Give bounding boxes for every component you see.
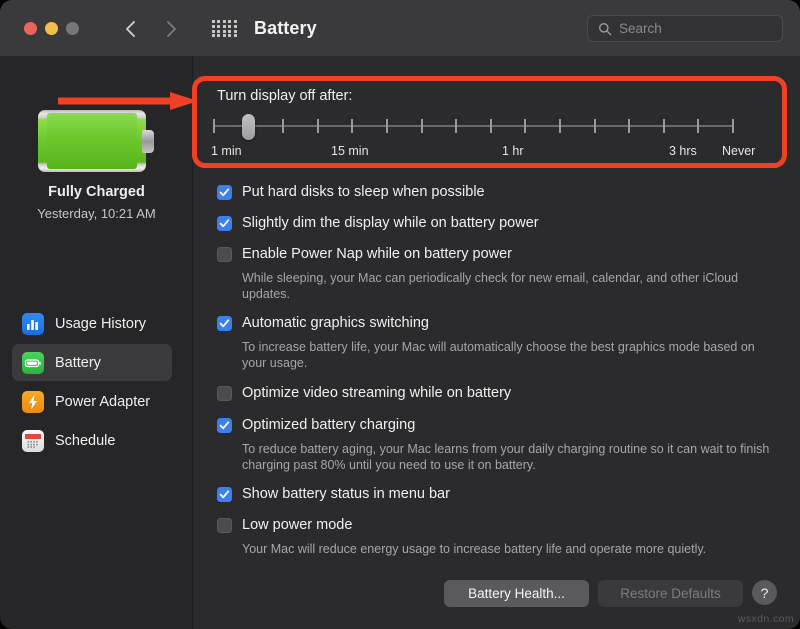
slider-tick (628, 119, 630, 133)
option-label: Show battery status in menu bar (242, 486, 450, 502)
slider-tick (594, 119, 596, 133)
option-row[interactable]: Optimized battery charging (217, 417, 415, 433)
option-label: Optimized battery charging (242, 417, 415, 433)
slider-tick (559, 119, 561, 133)
sidebar-item-label: Schedule (55, 433, 115, 449)
help-button[interactable]: ? (752, 580, 777, 605)
sidebar-item-label: Battery (55, 355, 101, 371)
option-label: Low power mode (242, 517, 352, 533)
slider-tick-label: Never (722, 144, 755, 158)
slider-tick (663, 119, 665, 133)
chevron-left-icon[interactable] (120, 17, 142, 41)
bar-chart-icon (22, 313, 44, 335)
battery-preferences-window: Battery Fully Charged Yesterday, 10:21 A… (0, 0, 800, 629)
checkbox-checked[interactable] (217, 185, 232, 200)
option-description: Your Mac will reduce energy usage to inc… (242, 541, 772, 557)
option-row[interactable]: Optimize video streaming while on batter… (217, 385, 511, 401)
slider-tick (386, 119, 388, 133)
bolt-icon (22, 391, 44, 413)
slider-tick (213, 119, 215, 133)
slider-tick (524, 119, 526, 133)
search-field[interactable] (587, 15, 783, 42)
checkbox-checked[interactable] (217, 216, 232, 231)
battery-full-green-icon (38, 110, 156, 172)
window-titlebar: Battery (0, 0, 800, 56)
watermark: wsxdn.com (738, 613, 794, 625)
battery-status-title: Fully Charged (0, 184, 193, 200)
slider-tick (732, 119, 734, 133)
slider-knob[interactable] (242, 114, 255, 140)
sidebar-item-schedule[interactable]: Schedule (12, 422, 172, 459)
battery-icon (22, 352, 44, 374)
slider-tick-label: 3 hrs (669, 144, 697, 158)
battery-health-button[interactable]: Battery Health... (444, 580, 589, 607)
slider-tick-label: 1 min (211, 144, 242, 158)
option-label: Put hard disks to sleep when possible (242, 184, 485, 200)
option-row[interactable]: Put hard disks to sleep when possible (217, 184, 485, 200)
page-title: Battery (254, 18, 317, 39)
option-description: While sleeping, your Mac can periodicall… (242, 270, 772, 302)
search-icon (598, 22, 612, 36)
option-label: Automatic graphics switching (242, 315, 429, 331)
slider-track (213, 125, 734, 127)
slider-tick-label: 1 hr (502, 144, 524, 158)
restore-defaults-button: Restore Defaults (598, 580, 743, 607)
option-description: To increase battery life, your Mac will … (242, 339, 772, 371)
option-row[interactable]: Enable Power Nap while on battery power (217, 246, 512, 262)
slider-tick (421, 119, 423, 133)
zoom-window-button[interactable] (66, 22, 79, 35)
option-row[interactable]: Automatic graphics switching (217, 315, 429, 331)
option-row[interactable]: Slightly dim the display while on batter… (217, 215, 539, 231)
checkbox-unchecked[interactable] (217, 386, 232, 401)
option-label: Optimize video streaming while on batter… (242, 385, 511, 401)
show-all-grid-icon[interactable] (212, 20, 238, 38)
slider-tick (697, 119, 699, 133)
option-label: Slightly dim the display while on batter… (242, 215, 539, 231)
slider-tick-label: 15 min (331, 144, 369, 158)
sidebar: Fully Charged Yesterday, 10:21 AM Usage … (0, 56, 193, 629)
chevron-right-icon[interactable] (160, 17, 182, 41)
checkbox-checked[interactable] (217, 418, 232, 433)
main-panel: Turn display off after: 1 min 15 min 1 hr 3… (194, 56, 800, 629)
option-label: Enable Power Nap while on battery power (242, 246, 512, 262)
checkbox-unchecked[interactable] (217, 247, 232, 262)
option-row[interactable]: Low power mode (217, 517, 352, 533)
option-description: To reduce battery aging, your Mac learns… (242, 441, 772, 473)
slider-tick (351, 119, 353, 133)
close-window-button[interactable] (24, 22, 37, 35)
search-input[interactable] (619, 16, 774, 41)
sidebar-item-label: Usage History (55, 316, 146, 332)
turn-display-off-slider[interactable] (211, 114, 736, 138)
checkbox-checked[interactable] (217, 487, 232, 502)
sidebar-item-battery[interactable]: Battery (12, 344, 172, 381)
slider-tick (317, 119, 319, 133)
checkbox-unchecked[interactable] (217, 518, 232, 533)
battery-status-timestamp: Yesterday, 10:21 AM (0, 206, 193, 221)
slider-tick (455, 119, 457, 133)
minimize-window-button[interactable] (45, 22, 58, 35)
calendar-icon (22, 430, 44, 452)
slider-tick (282, 119, 284, 133)
sidebar-item-label: Power Adapter (55, 394, 150, 410)
sidebar-item-usage-history[interactable]: Usage History (12, 305, 172, 342)
slider-tick (490, 119, 492, 133)
turn-display-off-label: Turn display off after: (217, 88, 352, 104)
sidebar-item-power-adapter[interactable]: Power Adapter (12, 383, 172, 420)
option-row[interactable]: Show battery status in menu bar (217, 486, 450, 502)
checkbox-checked[interactable] (217, 316, 232, 331)
